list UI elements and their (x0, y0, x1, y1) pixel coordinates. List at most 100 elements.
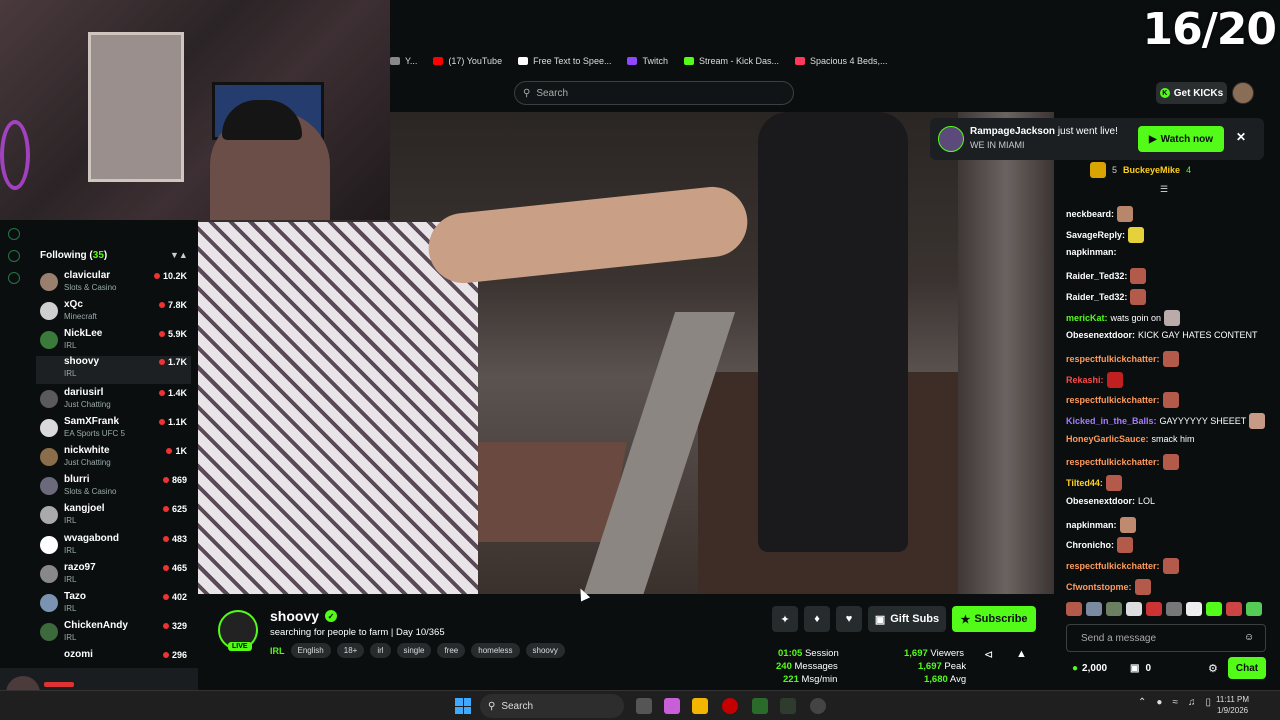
chat-message-input[interactable]: Send a message (1066, 624, 1266, 652)
emote-icon[interactable] (1206, 602, 1222, 616)
emote-icon[interactable] (1066, 602, 1082, 616)
following-item[interactable]: xQc Minecraft 7.8K (36, 299, 191, 327)
chat-message[interactable]: neckbeard: (1066, 206, 1134, 222)
collapse-arrow-icon[interactable]: ▼▲ (170, 250, 188, 260)
following-item[interactable]: nickwhite Just Chatting 1K (36, 445, 191, 473)
chat-username[interactable]: neckbeard: (1066, 209, 1114, 219)
following-item[interactable]: clavicular Slots & Casino 10.2K (36, 270, 191, 298)
chat-message[interactable]: respectfulkickchatter: (1066, 557, 1179, 574)
chat-message[interactable]: SavageReply: (1066, 226, 1145, 243)
chat-message[interactable]: respectfulkickchatter: (1066, 350, 1179, 367)
following-item[interactable]: ChickenAndy IRL 329 (36, 620, 191, 648)
subscribe-button[interactable]: ★ Subscribe (952, 606, 1036, 632)
chat-username[interactable]: napkinman: (1066, 520, 1117, 530)
emote-icon[interactable] (1246, 602, 1262, 616)
chat-username[interactable]: Raider_Ted32: (1066, 271, 1127, 281)
microphone-icon[interactable]: ● (1156, 697, 1162, 708)
emoji-icon[interactable]: ☺ (1244, 632, 1254, 643)
tag[interactable]: English (290, 643, 331, 658)
bookmark-item[interactable]: Y... (390, 56, 417, 66)
emote-icon[interactable] (1086, 602, 1102, 616)
tag[interactable]: 18+ (336, 643, 365, 658)
chat-message[interactable]: mericKat: wats goin on (1066, 309, 1181, 326)
chat-username[interactable]: SavageReply: (1066, 230, 1125, 240)
following-item[interactable]: NickLee IRL 5.9K (36, 328, 191, 356)
expand-icon[interactable]: ☰ (1160, 184, 1168, 195)
task-view-icon[interactable] (636, 698, 652, 714)
chat-username[interactable]: Obesenextdoor: (1066, 330, 1135, 340)
emote-icon[interactable] (1146, 602, 1162, 616)
chat-username[interactable]: respectfulkickchatter: (1066, 457, 1160, 467)
chat-username[interactable]: Raider_Ted32: (1066, 292, 1127, 302)
opera-gx-icon[interactable] (722, 698, 738, 714)
battery-icon[interactable]: ▯ (1205, 697, 1211, 708)
following-item[interactable]: razo97 IRL 465 (36, 562, 191, 590)
sidebar-nav-icon[interactable] (8, 228, 20, 240)
notifications-button[interactable]: ♦ (804, 606, 830, 632)
chat-message[interactable]: Raider_Ted32: (1066, 288, 1147, 305)
gift-subs-button[interactable]: ▣ Gift Subs (868, 606, 946, 632)
tag[interactable]: single (396, 643, 432, 658)
user-avatar[interactable] (1232, 82, 1254, 104)
bookmark-item[interactable]: Free Text to Spee... (518, 56, 611, 66)
share-icon[interactable]: ⊲ (984, 648, 993, 661)
following-item-active[interactable]: shoovy IRL 1.7K (36, 356, 191, 384)
category-link[interactable]: IRL (270, 646, 285, 656)
chat-username[interactable]: Chronicho: (1066, 540, 1114, 550)
pin-button[interactable]: ✦ (772, 606, 798, 632)
gear-icon[interactable]: ⚙ (1208, 662, 1218, 675)
following-item[interactable]: dariusirl Just Chatting 1.4K (36, 387, 191, 415)
chat-username[interactable]: respectfulkickchatter: (1066, 561, 1160, 571)
chat-username[interactable]: Kicked_in_the_Balls: (1066, 416, 1157, 426)
sidebar-nav-icon[interactable] (8, 272, 20, 284)
chat-username[interactable]: respectfulkickchatter: (1066, 354, 1160, 364)
channel-name[interactable]: shoovy ✓ (270, 608, 338, 624)
chat-message[interactable]: HoneyGarlicSauce: smack him (1066, 434, 1195, 444)
file-explorer-icon[interactable] (692, 698, 708, 714)
chat-message[interactable]: Obesenextdoor: LOL (1066, 496, 1155, 506)
chat-message[interactable]: napkinman: (1066, 247, 1117, 257)
sidebar-nav-icon[interactable] (8, 250, 20, 262)
following-item[interactable]: kangjoel IRL 625 (36, 503, 191, 531)
chat-username[interactable]: napkinman: (1066, 247, 1117, 257)
taskbar-clock[interactable]: 11:11 PM 1/9/2026 (1216, 694, 1249, 716)
report-icon[interactable]: ▲ (1016, 648, 1027, 660)
kicks-balance[interactable]: ● 2,000 (1072, 663, 1107, 674)
tag[interactable]: homeless (471, 643, 520, 658)
bookmark-item[interactable]: Stream - Kick Das... (683, 56, 779, 66)
chat-message[interactable]: Obesenextdoor: KICK GAY HATES CONTENT (1066, 330, 1258, 340)
obs-icon[interactable] (810, 698, 826, 714)
chat-send-button[interactable]: Chat (1228, 657, 1266, 679)
chat-message[interactable]: Kicked_in_the_Balls: GAYYYYYY SHEEET (1066, 413, 1266, 429)
chat-username[interactable]: respectfulkickchatter: (1066, 395, 1160, 405)
emote-icon[interactable] (1166, 602, 1182, 616)
get-kicks-button[interactable]: K Get KICKs (1156, 82, 1227, 104)
close-icon[interactable]: ✕ (1236, 130, 1246, 144)
chat-message[interactable]: Chronicho: (1066, 537, 1133, 554)
emote-icon[interactable] (1106, 602, 1122, 616)
bookmark-item[interactable]: Spacious 4 Beds,... (795, 56, 888, 66)
following-item[interactable]: SamXFrank EA Sports UFC 5 1.1K (36, 416, 191, 444)
store-icon[interactable] (752, 698, 768, 714)
tag[interactable]: irl (370, 643, 391, 658)
following-item[interactable]: Tazo IRL 402 (36, 591, 191, 619)
tag[interactable]: shoovy (525, 643, 565, 658)
chat-username[interactable]: Obesenextdoor: (1066, 496, 1135, 506)
chat-message[interactable]: respectfulkickchatter: (1066, 392, 1179, 409)
bookmark-item[interactable]: (17) YouTube (433, 56, 502, 66)
taskbar-search[interactable]: ⚲ Search (480, 694, 624, 718)
tag[interactable]: free (437, 643, 466, 658)
following-item[interactable]: blurri Slots & Casino 869 (36, 474, 191, 502)
chevron-up-icon[interactable]: ⌃ (1138, 697, 1146, 708)
kick-app-icon[interactable] (780, 698, 796, 714)
chat-message[interactable]: napkinman: (1066, 516, 1136, 533)
chat-message[interactable]: Raider_Ted32: (1066, 268, 1147, 285)
volume-icon[interactable]: ♫ (1188, 697, 1196, 708)
copilot-icon[interactable] (664, 698, 680, 714)
follow-button[interactable]: ♥ (836, 606, 862, 632)
watch-now-button[interactable]: ▶ Watch now (1138, 126, 1224, 152)
chat-message[interactable]: Rekashi: (1066, 371, 1123, 388)
following-item[interactable]: wvagabond IRL 483 (36, 533, 191, 561)
chat-username[interactable]: HoneyGarlicSauce: (1066, 434, 1149, 444)
chat-username[interactable]: Rekashi: (1066, 375, 1104, 385)
